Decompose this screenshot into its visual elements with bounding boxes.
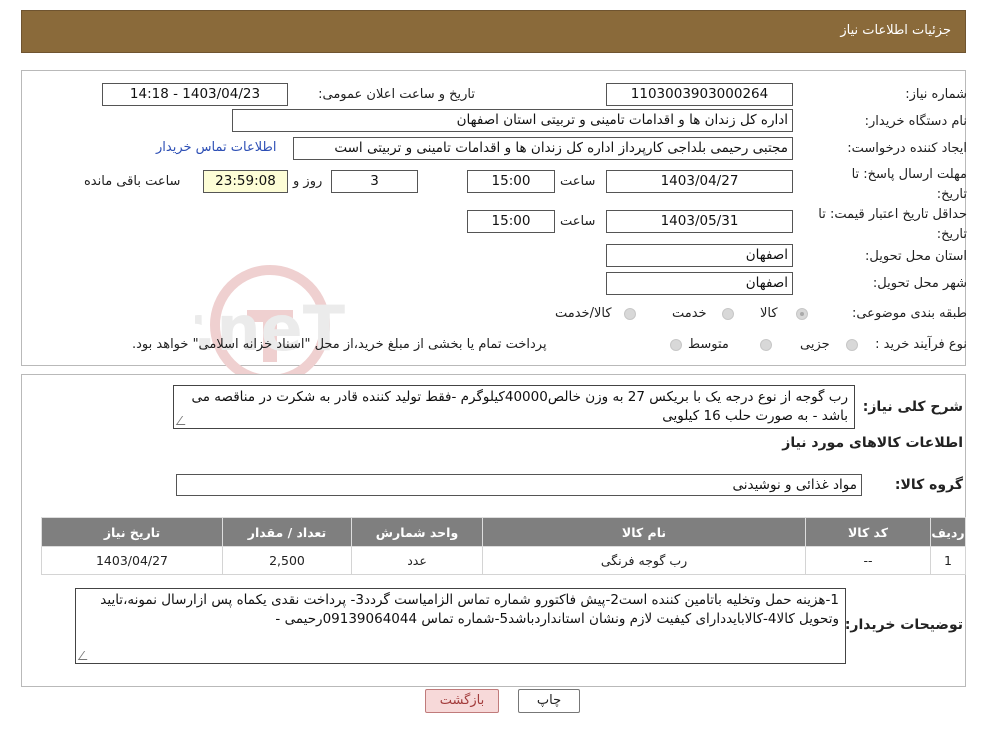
announce-field: 1403/04/23 - 14:18	[102, 83, 288, 106]
deadline-time-field: 15:00	[467, 170, 555, 193]
validity-time-label: ساعت	[560, 214, 596, 229]
need-number-label: شماره نیاز:	[905, 87, 967, 102]
cell-quantity: 2,500	[222, 546, 352, 575]
notes-textarea[interactable]: 1-هزینه حمل وتخلیه باتامین کننده است2-پی…	[75, 588, 846, 664]
buyer-contact-link[interactable]: اطلاعات تماس خریدار	[156, 140, 276, 155]
col-row: ردیف	[930, 517, 966, 547]
summary-textarea[interactable]: رب گوجه از نوع درجه یک با بریکس 27 به وز…	[173, 385, 855, 429]
goods-table: ردیف کد کالا نام کالا واحد شمارش تعداد /…	[41, 517, 966, 575]
category-label: طبقه بندی موضوعی:	[851, 306, 967, 321]
table-row[interactable]: 1 -- رب گوجه فرنگی عدد 2,500 1403/04/27	[41, 546, 966, 575]
process-label: نوع فرآیند خرید :	[875, 337, 967, 352]
deadline-time-label: ساعت	[560, 174, 596, 189]
validity-date-field: 1403/05/31	[606, 210, 793, 233]
page-title: جزئیات اطلاعات نیاز	[840, 23, 951, 38]
announce-label: تاریخ و ساعت اعلان عمومی:	[318, 87, 475, 102]
remaining-time-field: 23:59:08	[203, 170, 288, 193]
col-name: نام کالا	[482, 517, 806, 547]
days-remaining-field: 3	[331, 170, 418, 193]
process-option-minor: جزیی	[800, 337, 830, 352]
deadline-date-field: 1403/04/27	[606, 170, 793, 193]
city-label: شهر محل تحویل:	[872, 276, 967, 291]
buyer-org-label: نام دستگاه خریدار:	[864, 114, 967, 129]
category-radio-service[interactable]	[722, 308, 734, 320]
category-option-service: خدمت	[672, 306, 707, 321]
cell-unit: عدد	[351, 546, 483, 575]
category-option-goods: کالا	[760, 306, 778, 321]
process-note: پرداخت تمام یا بخشی از مبلغ خرید،از محل …	[132, 337, 547, 352]
back-button[interactable]: بازگشت	[425, 689, 499, 713]
cell-row: 1	[930, 546, 966, 575]
cell-name: رب گوجه فرنگی	[482, 546, 806, 575]
category-radio-goods[interactable]	[796, 308, 808, 320]
cell-date: 1403/04/27	[41, 546, 223, 575]
col-code: کد کالا	[805, 517, 931, 547]
validity-label: حداقل تاریخ اعتبار قیمت: تا تاریخ:	[818, 207, 967, 242]
print-button[interactable]: چاپ	[518, 689, 580, 713]
goods-group-label: گروه کالا:	[894, 477, 963, 493]
process-radio-treasury[interactable]	[670, 339, 682, 351]
buyer-org-field: اداره کل زندان ها و اقدامات تامینی و ترب…	[232, 109, 793, 132]
validity-time-field: 15:00	[467, 210, 555, 233]
creator-field: مجتبی رحیمی بلداجی کارپرداز اداره کل زند…	[293, 137, 793, 160]
notes-label: توضیحات خریدار:	[844, 617, 963, 633]
days-label: روز و	[293, 174, 323, 189]
page-header: جزئیات اطلاعات نیاز	[21, 10, 966, 53]
province-label: استان محل تحویل:	[865, 249, 967, 264]
col-unit: واحد شمارش	[351, 517, 483, 547]
cell-code: --	[805, 546, 931, 575]
category-option-goods-service: کالا/خدمت	[555, 306, 612, 321]
need-number-field: 1103003903000264	[606, 83, 793, 106]
remaining-time-label: ساعت باقی مانده	[84, 174, 181, 189]
goods-group-field: مواد غذائی و نوشیدنی	[176, 474, 862, 496]
city-field: اصفهان	[606, 272, 793, 295]
category-radio-goods-service[interactable]	[624, 308, 636, 320]
col-quantity: تعداد / مقدار	[222, 517, 352, 547]
province-field: اصفهان	[606, 244, 793, 267]
goods-section-title: اطلاعات کالاهای مورد نیاز	[782, 435, 963, 451]
process-option-medium: متوسط	[688, 337, 729, 352]
deadline-label: مهلت ارسال پاسخ: تا تاریخ:	[851, 167, 967, 202]
summary-label: شرح کلی نیاز:	[862, 399, 963, 415]
col-date: تاریخ نیاز	[41, 517, 223, 547]
goods-table-header: ردیف کد کالا نام کالا واحد شمارش تعداد /…	[41, 517, 966, 547]
process-radio-medium[interactable]	[760, 339, 772, 351]
creator-label: ایجاد کننده درخواست:	[847, 141, 967, 156]
process-radio-minor[interactable]	[846, 339, 858, 351]
